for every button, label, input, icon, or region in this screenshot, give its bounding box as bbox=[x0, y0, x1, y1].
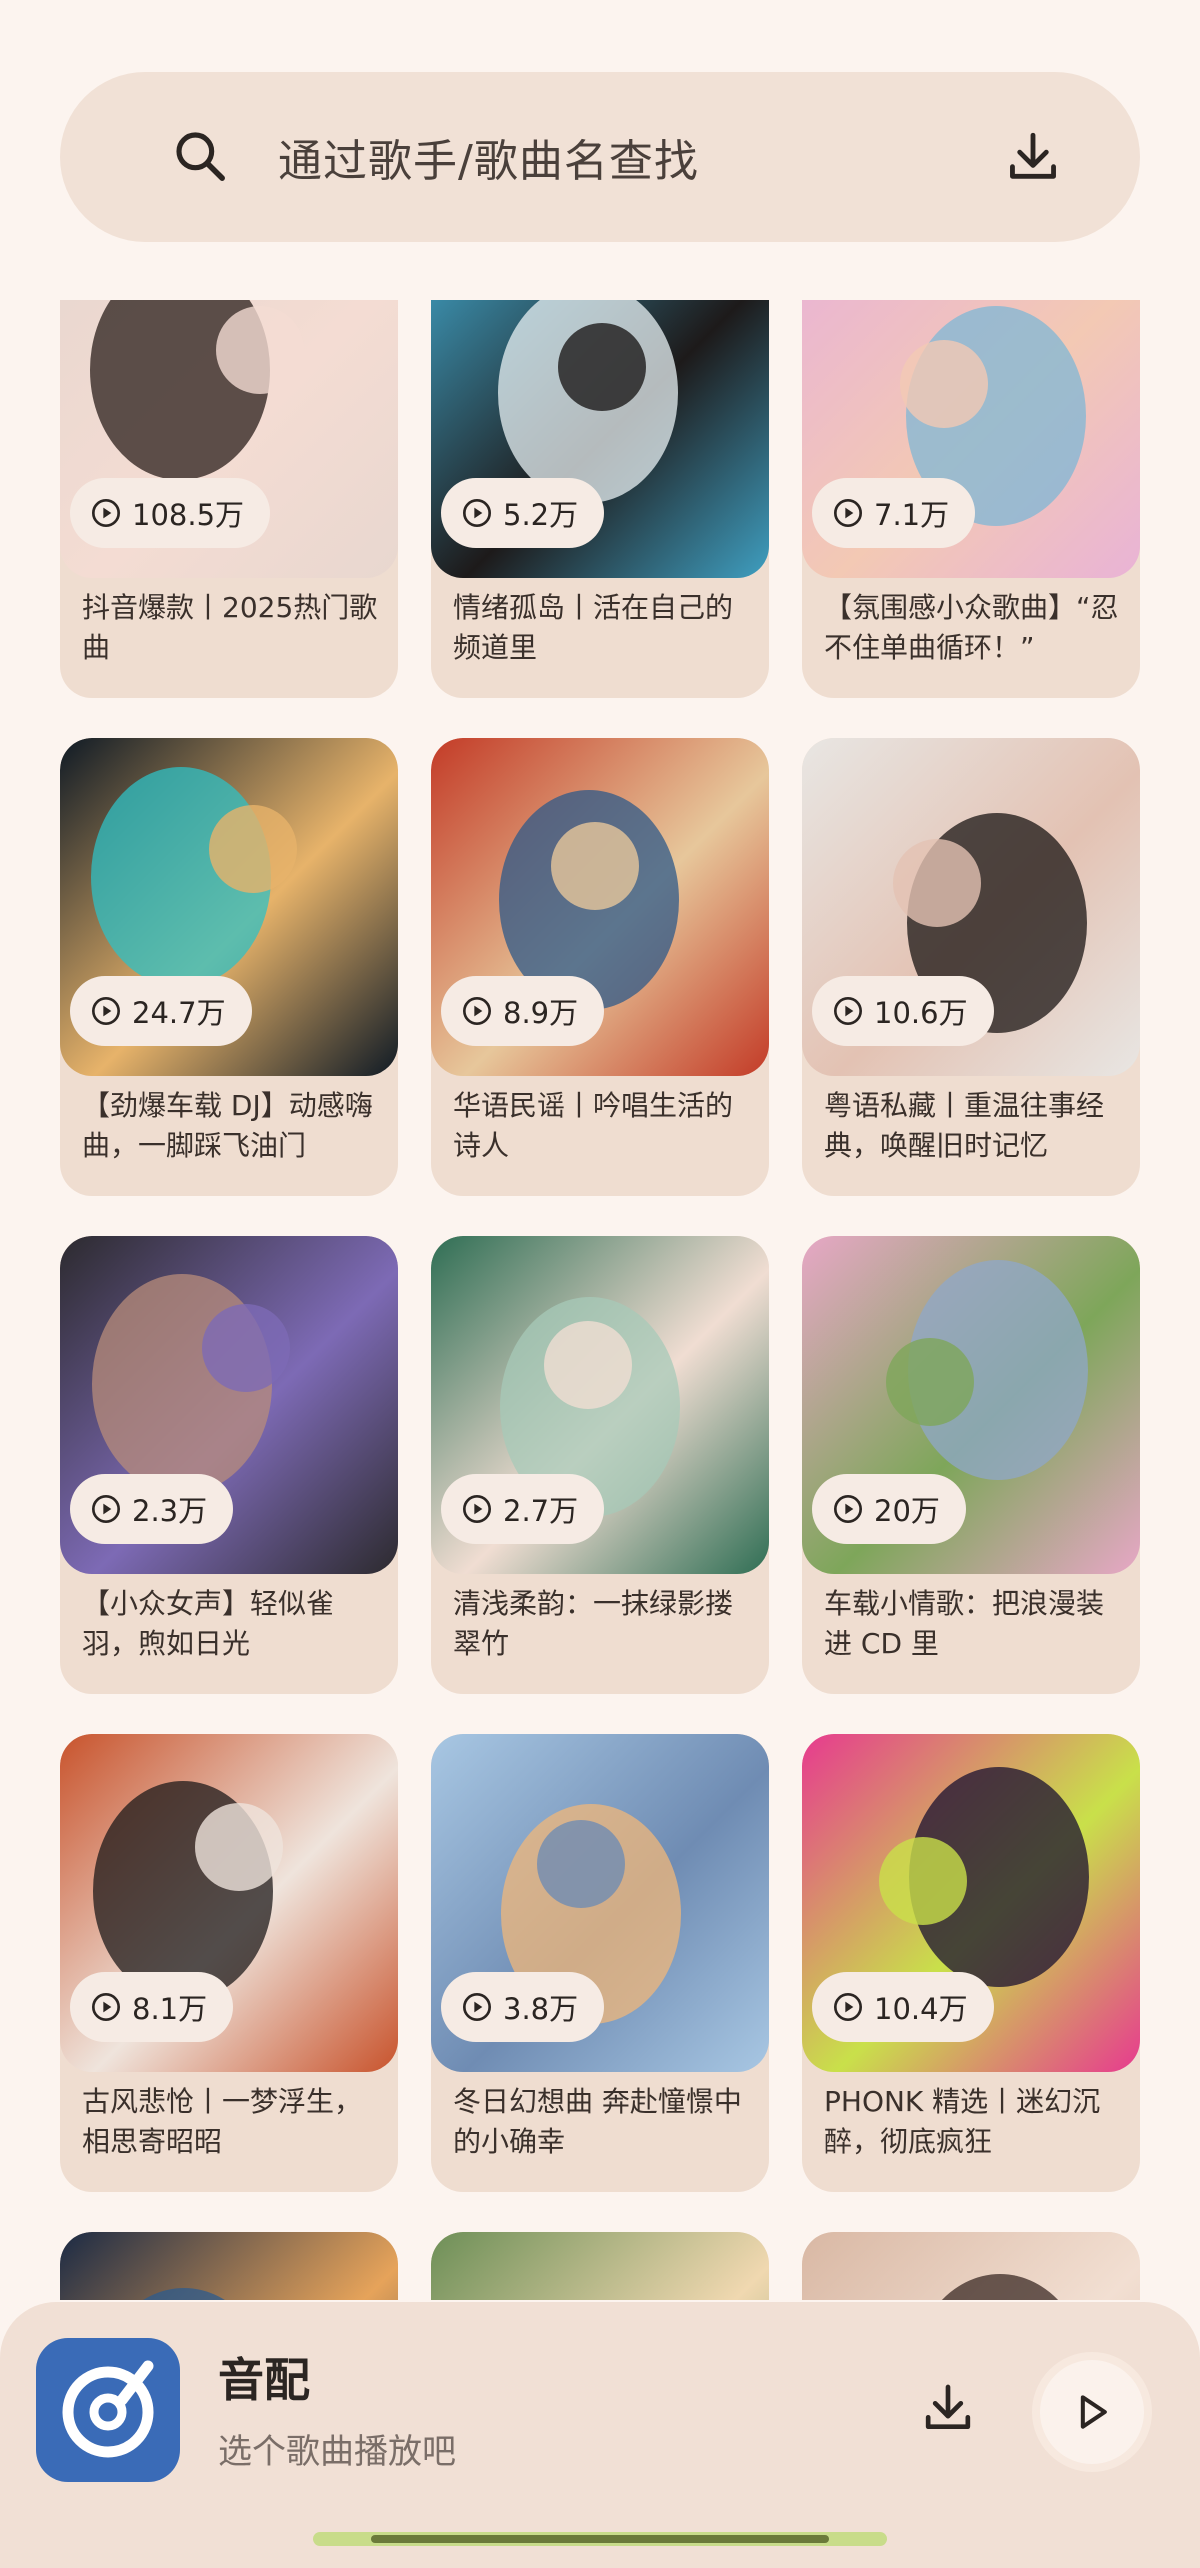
playlist-card[interactable]: 10.4万 PHONK 精选丨迷幻沉醉，彻底疯狂 bbox=[802, 1734, 1140, 2192]
playlist-title[interactable]: 车载小情歌：把浪漫装进 CD 里 bbox=[824, 1584, 1124, 1664]
playlist-title[interactable]: 【劲爆车载 DJ】动感嗨曲，一脚踩飞油门 bbox=[82, 1086, 382, 1166]
playlist-title[interactable]: PHONK 精选丨迷幻沉醉，彻底疯狂 bbox=[824, 2082, 1124, 2162]
playlist-title[interactable]: 抖音爆款丨2025热门歌曲 bbox=[82, 588, 382, 668]
playlist-card[interactable]: 108.5万抖音爆款丨2025热门歌曲 bbox=[60, 300, 398, 698]
play-count: 8.1万 bbox=[132, 1992, 208, 2026]
playlist-title[interactable]: 古风悲怆丨一梦浮生，相思寄昭昭 bbox=[82, 2082, 382, 2162]
playlist-card[interactable] bbox=[802, 2232, 1140, 2300]
play-count: 5.2万 bbox=[503, 498, 579, 532]
playlist-cover-image[interactable] bbox=[60, 2232, 398, 2300]
search-icon bbox=[176, 132, 225, 181]
playlist-card[interactable]: 20万车载小情歌：把浪漫装进 CD 里 bbox=[802, 1236, 1140, 1694]
play-circle-icon bbox=[92, 997, 120, 1025]
play-count: 2.3万 bbox=[132, 1494, 208, 1528]
search-bar[interactable]: 通过歌手/歌曲名查找 bbox=[60, 72, 1140, 242]
play-count: 108.5万 bbox=[132, 498, 245, 532]
playlist-title[interactable]: 【小众女声】轻似雀羽，煦如日光 bbox=[82, 1584, 382, 1664]
play-count-badge: 8.1万 bbox=[70, 1972, 234, 2042]
playlist-title[interactable]: 冬日幻想曲 奔赴憧憬中的小确幸 bbox=[453, 2082, 753, 2162]
play-circle-icon bbox=[92, 1993, 120, 2021]
playlist-title[interactable]: 粤语私藏丨重温往事经典，唤醒旧时记忆 bbox=[824, 1086, 1124, 1166]
play-count-badge: 2.7万 bbox=[441, 1474, 605, 1544]
play-count: 3.8万 bbox=[503, 1992, 579, 2026]
play-count-badge: 5.2万 bbox=[441, 478, 605, 548]
play-circle-icon bbox=[834, 1993, 862, 2021]
play-count-badge: 7.1万 bbox=[812, 478, 976, 548]
mini-player[interactable]: 音配 选个歌曲播放吧 bbox=[0, 2302, 1200, 2568]
download-icon[interactable] bbox=[920, 2380, 976, 2436]
playlist-title[interactable]: 清浅柔韵：一抹绿影搂翠竹 bbox=[453, 1584, 753, 1664]
playlist-card[interactable]: 24.7万【劲爆车载 DJ】动感嗨曲，一脚踩飞油门 bbox=[60, 738, 398, 1196]
player-app-name: 音配 bbox=[218, 2353, 310, 2407]
playlist-card[interactable]: 10.6万粤语私藏丨重温往事经典，唤醒旧时记忆 bbox=[802, 738, 1140, 1196]
playlist-cover-image[interactable] bbox=[802, 2232, 1140, 2300]
player-subtitle: 选个歌曲播放吧 bbox=[218, 2432, 456, 2472]
play-count-badge: 3.8万 bbox=[441, 1972, 605, 2042]
play-count-badge: 20万 bbox=[812, 1474, 966, 1544]
play-count: 24.7万 bbox=[132, 996, 226, 1030]
play-icon bbox=[1080, 2395, 1107, 2429]
play-circle-icon bbox=[92, 1495, 120, 1523]
playlist-card[interactable] bbox=[431, 2232, 769, 2300]
play-circle-icon bbox=[834, 499, 862, 527]
play-circle-icon bbox=[463, 1495, 491, 1523]
play-circle-icon bbox=[463, 997, 491, 1025]
play-count-badge: 24.7万 bbox=[70, 976, 252, 1046]
download-icon[interactable] bbox=[1004, 128, 1062, 186]
playlist-card[interactable]: 8.1万古风悲怆丨一梦浮生，相思寄昭昭 bbox=[60, 1734, 398, 2192]
play-count-badge: 10.6万 bbox=[812, 976, 994, 1046]
play-button[interactable] bbox=[1032, 2352, 1152, 2472]
play-count-badge: 10.4万 bbox=[812, 1972, 994, 2042]
play-circle-icon bbox=[463, 499, 491, 527]
play-circle-icon bbox=[834, 1495, 862, 1523]
play-circle-icon bbox=[92, 499, 120, 527]
play-circle-icon bbox=[834, 997, 862, 1025]
home-indicator[interactable] bbox=[313, 2532, 887, 2546]
play-count: 2.7万 bbox=[503, 1494, 579, 1528]
app-logo bbox=[36, 2338, 180, 2482]
playlist-title[interactable]: 【氛围感小众歌曲】“忍不住单曲循环！” bbox=[824, 588, 1124, 668]
playlist-cover-image[interactable] bbox=[431, 2232, 769, 2300]
play-count: 10.6万 bbox=[874, 996, 968, 1030]
playlist-grid: 108.5万 抖音爆款丨2025热门歌曲 5.2万 情绪孤岛丨活在自己的频道里 7.1万… bbox=[60, 300, 1140, 2300]
play-count-badge: 2.3万 bbox=[70, 1474, 234, 1544]
search-placeholder[interactable]: 通过歌手/歌曲名查找 bbox=[278, 125, 699, 189]
playlist-card[interactable]: 2.7万清浅柔韵：一抹绿影搂翠竹 bbox=[431, 1236, 769, 1694]
play-count-badge: 108.5万 bbox=[70, 478, 271, 548]
play-count: 20万 bbox=[874, 1494, 940, 1528]
play-count: 8.9万 bbox=[503, 996, 579, 1030]
play-count: 7.1万 bbox=[874, 498, 950, 532]
playlist-card[interactable]: 5.2万情绪孤岛丨活在自己的频道里 bbox=[431, 300, 769, 698]
playlist-card[interactable]: 7.1万【氛围感小众歌曲】“忍不住单曲循环！” bbox=[802, 300, 1140, 698]
playlist-card[interactable]: 8.9万华语民谣丨吟唱生活的诗人 bbox=[431, 738, 769, 1196]
play-count: 10.4万 bbox=[874, 1992, 968, 2026]
playlist-title[interactable]: 情绪孤岛丨活在自己的频道里 bbox=[453, 588, 753, 668]
play-circle-icon bbox=[463, 1993, 491, 2021]
playlist-card[interactable]: 3.8万冬日幻想曲 奔赴憧憬中的小确幸 bbox=[431, 1734, 769, 2192]
play-count-badge: 8.9万 bbox=[441, 976, 605, 1046]
playlist-card[interactable]: 2.3万【小众女声】轻似雀羽，煦如日光 bbox=[60, 1236, 398, 1694]
playlist-title[interactable]: 华语民谣丨吟唱生活的诗人 bbox=[453, 1086, 753, 1166]
playlist-card[interactable] bbox=[60, 2232, 398, 2300]
